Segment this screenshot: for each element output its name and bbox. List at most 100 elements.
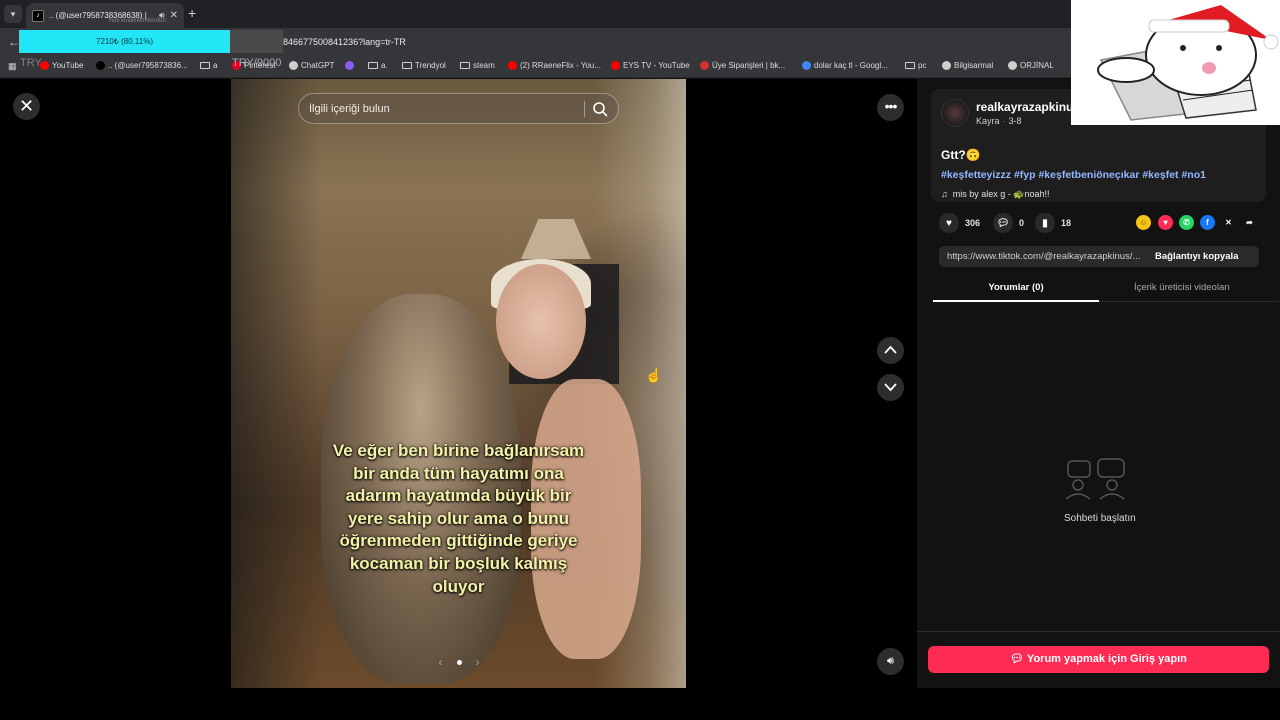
- tab-comments[interactable]: Yorumlar (0): [933, 282, 1099, 293]
- tiktok-icon: [96, 61, 105, 70]
- author-subline: Kayra · 3-8: [976, 116, 1022, 126]
- bookmark-item[interactable]: Trendyol: [402, 61, 446, 70]
- tiktok-video-page: ✕ Ve eğer ben birine bağlanırsam bir and…: [0, 79, 1280, 720]
- bookmark-item[interactable]: dolar kaç tl - Googl...: [802, 61, 888, 70]
- share-x-icon[interactable]: ✕: [1221, 215, 1236, 230]
- donation-progress-remaining: [230, 30, 283, 53]
- search-icon[interactable]: [592, 101, 608, 117]
- stream-sticker-overlay: [1071, 0, 1280, 125]
- bookmark-label: Bilgisarmal: [954, 61, 994, 70]
- photo-carousel-controls: ‹ ›: [414, 650, 504, 674]
- carousel-prev-icon[interactable]: ‹: [439, 655, 443, 669]
- next-video-button[interactable]: [877, 374, 904, 401]
- login-to-comment-label: Yorum yapmak için Giriş yapın: [1026, 653, 1187, 665]
- related-search-box[interactable]: [298, 93, 619, 124]
- chat-bubble-icon: 💬︎: [1010, 653, 1027, 665]
- bookmark-label: (2) RRaeneFlix - You...: [520, 61, 601, 70]
- copy-link-button[interactable]: Bağlantıyı kopyala: [1155, 251, 1238, 262]
- like-count: 306: [965, 218, 981, 228]
- post-link-text[interactable]: https://www.tiktok.com/@realkayrazapkinu…: [947, 251, 1147, 262]
- post-hashtags[interactable]: #keşfetteyizzz #fyp #keşfetbeniöneçıkar …: [941, 169, 1206, 181]
- post-music[interactable]: ♫ mis by alex g - 🐢noah!!: [941, 189, 1050, 200]
- share-whatsapp-icon[interactable]: ✆: [1179, 215, 1194, 230]
- new-tab-button[interactable]: +: [188, 5, 196, 21]
- share-facebook-icon[interactable]: f: [1200, 215, 1215, 230]
- chatgpt-icon: [289, 61, 298, 70]
- like-action[interactable]: ♥ 306: [939, 213, 980, 233]
- more-options-button[interactable]: •••: [877, 94, 904, 121]
- search-divider: [584, 101, 585, 117]
- bookmark-item[interactable]: a.: [368, 61, 388, 70]
- bookmark-item[interactable]: .. (@user795873836...: [96, 61, 188, 70]
- empty-chat-icon: [1065, 458, 1125, 500]
- chevron-up-icon: [884, 345, 897, 354]
- close-video-button[interactable]: ✕: [13, 93, 40, 120]
- bookmark-item[interactable]: pc: [905, 61, 926, 70]
- login-to-comment-button[interactable]: 💬︎ Yorum yapmak için Giriş yapın: [928, 646, 1269, 673]
- bookmark-label: pc: [918, 61, 927, 70]
- tiktok-favicon-icon: ♪: [32, 9, 44, 22]
- save-count: 18: [1061, 218, 1072, 228]
- close-tab-icon[interactable]: ✕: [170, 10, 178, 21]
- share-emoji-icon[interactable]: ☺: [1136, 215, 1151, 230]
- post-actions: ♥ 306 💬︎ 0 ▮ 18 ☺ ▾ ✆ f ✕ ➦: [931, 213, 1266, 235]
- video-player[interactable]: Ve eğer ben birine bağlanırsam bir anda …: [231, 79, 686, 688]
- subline-separator: ·: [1002, 116, 1006, 126]
- video-caption-text: Ve eğer ben birine bağlanırsam bir anda …: [332, 441, 585, 596]
- avatar[interactable]: [941, 99, 969, 127]
- volume-button[interactable]: 🔊︎: [877, 648, 904, 675]
- google-icon: [802, 61, 811, 70]
- bookmark-item[interactable]: (2) RRaeneFlix - You...: [508, 61, 601, 70]
- bookmark-item[interactable]: YouTube: [40, 61, 83, 70]
- bookmark-label: Trendyol: [415, 61, 446, 70]
- carousel-dot[interactable]: [456, 659, 462, 665]
- bookmark-item[interactable]: ORJİNAL: [1008, 61, 1054, 70]
- bookmark-label: EYS TV - YouTube: [623, 61, 690, 70]
- bilgisarmal-icon: [942, 61, 951, 70]
- bookmark-icon[interactable]: ▮: [1035, 213, 1055, 233]
- folder-icon: [200, 62, 210, 69]
- tab-creator-videos[interactable]: İçerik üreticisi videoları: [1099, 282, 1265, 293]
- previous-video-button[interactable]: [877, 337, 904, 364]
- bookmark-label: steam: [473, 61, 495, 70]
- music-note-icon: ♫: [941, 189, 953, 199]
- bookmark-item[interactable]: EYS TV - YouTube: [611, 61, 690, 70]
- active-tab-underline: [933, 300, 1099, 302]
- bookmark-item[interactable]: steam: [460, 61, 495, 70]
- donation-goal-label: Yeni kulaklık/mikrofon: [108, 18, 166, 24]
- address-bar-url[interactable]: 846677500841236?lang=tr-TR: [283, 37, 406, 47]
- youtube-icon: [508, 61, 517, 70]
- comment-action[interactable]: 💬︎ 0: [993, 213, 1024, 233]
- bookmark-item[interactable]: ChatGPT: [289, 61, 334, 70]
- music-title: mis by alex g - 🐢noah!!: [952, 189, 1050, 199]
- bookmark-label: a.: [381, 61, 388, 70]
- bookmark-item[interactable]: Üye Siparişleri | bk...: [700, 61, 785, 70]
- donation-progress-bar: 7210₺ (80.11%): [19, 30, 230, 53]
- bookmark-item[interactable]: [345, 61, 357, 70]
- bookmark-label: .. (@user795873836...: [108, 61, 188, 70]
- author-display-name: Kayra: [976, 116, 1000, 126]
- author-username[interactable]: realkayrazapkinus: [976, 100, 1080, 114]
- carousel-next-icon[interactable]: ›: [476, 655, 480, 669]
- feather-icon: [345, 61, 354, 70]
- copy-link-bar: https://www.tiktok.com/@realkayrazapkinu…: [939, 246, 1259, 267]
- search-input[interactable]: [309, 100, 579, 118]
- comment-count: 0: [1019, 218, 1025, 228]
- video-face-shape: [496, 264, 586, 379]
- folder-icon: [368, 62, 378, 69]
- bookmark-item[interactable]: Bilgisarmal: [942, 61, 993, 70]
- bookmark-item[interactable]: a: [200, 61, 217, 70]
- browser-tab[interactable]: ♪ .. (@user7958738368638) | 🔊︎ ✕: [26, 3, 184, 28]
- comment-icon[interactable]: 💬︎: [993, 213, 1013, 233]
- apps-grid-icon[interactable]: ▦: [8, 61, 17, 72]
- bookmark-label: YouTube: [52, 61, 84, 70]
- tab-list-button[interactable]: ▾: [4, 5, 22, 23]
- comment-login-bar: 💬︎ Yorum yapmak için Giriş yapın: [917, 631, 1280, 688]
- heart-icon[interactable]: ♥: [939, 213, 959, 233]
- overlay-currency-left: TRY: [20, 57, 42, 69]
- post-side-panel: realkayrazapkinus Kayra · 3-8 Gtt?🙃 #keşfe…: [917, 79, 1280, 688]
- cat-keyboard-sticker-icon: [1071, 0, 1280, 125]
- share-send-icon[interactable]: ▾: [1158, 215, 1173, 230]
- save-action[interactable]: ▮ 18: [1035, 213, 1071, 233]
- share-more-icon[interactable]: ➦: [1242, 215, 1257, 230]
